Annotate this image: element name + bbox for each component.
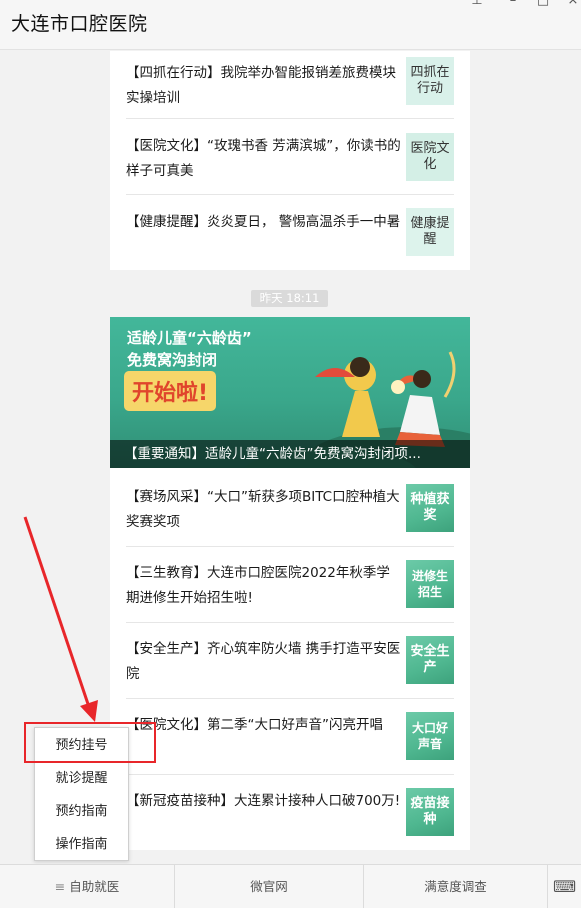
tab-self-service-label: 自助就医	[69, 879, 120, 894]
tab-micro-site[interactable]: 微官网	[175, 865, 363, 908]
keyboard-icon[interactable]: ⌨	[548, 865, 581, 908]
tab-self-service[interactable]: ≡ 自助就医	[0, 865, 174, 908]
tab-satisfaction-survey[interactable]: 满意度调查	[364, 865, 547, 908]
menu-lines-icon: ≡	[54, 879, 70, 894]
bottom-menu-bar: ≡ 自助就医 微官网 满意度调查 ⌨	[0, 864, 581, 908]
annotation-arrow	[23, 516, 98, 722]
